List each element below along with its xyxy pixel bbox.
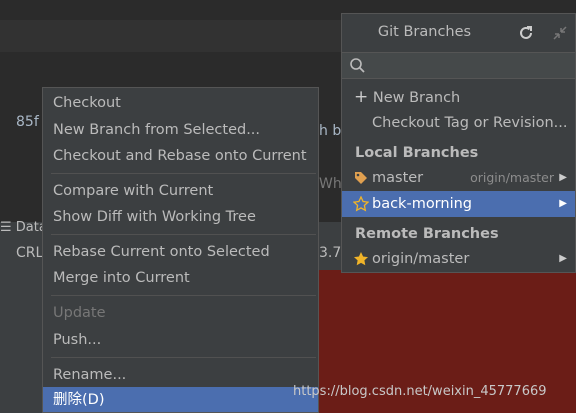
branch-search-field[interactable] [342,52,575,79]
new-branch-label: New Branch [372,90,461,106]
branch-name: master [372,170,424,186]
line-separator-status[interactable]: CRL [16,245,43,261]
menu-item-checkout[interactable]: Checkout [43,90,318,116]
menu-item-update: Update [53,305,106,321]
menu-separator [51,357,316,358]
popup-title: Git Branches [377,24,472,40]
database-tab[interactable]: ☰ Data [0,220,47,238]
chevron-right-icon: ▶ [559,172,567,183]
menu-separator [51,295,316,296]
menu-item-rename[interactable]: Rename... [43,362,318,388]
status-number: 3.7 [319,245,342,261]
star-filled-icon [354,252,368,266]
watermark-text: https://blog.csdn.net/weixin_45777669 [293,384,547,399]
details-fragment: Wh [319,176,342,192]
menu-separator [51,173,316,174]
popup-title-bar: Git Branches [342,14,575,51]
refresh-icon[interactable] [517,24,535,42]
commit-message-fragment: h b [319,123,342,139]
chevron-right-icon: ▶ [559,253,567,264]
search-icon [350,58,365,73]
branch-name: back-morning [372,196,473,212]
branch-item-master[interactable]: master origin/master ▶ [342,165,575,191]
branch-item-origin-master[interactable]: origin/master ▶ [342,246,575,272]
menu-item-new-branch-from-selected[interactable]: New Branch from Selected... [43,117,318,143]
branch-item-back-morning[interactable]: back-morning ▶ [342,191,575,217]
menu-item-delete[interactable]: 删除(D) [43,387,318,412]
menu-separator [51,234,316,235]
checkout-tag-item[interactable]: Checkout Tag or Revision... [342,110,575,136]
star-outline-icon [353,196,369,212]
branch-context-menu: Checkout New Branch from Selected... Che… [42,87,319,413]
checkout-tag-label: Checkout Tag or Revision... [372,115,568,131]
menu-item-merge-into-current[interactable]: Merge into Current [43,265,318,291]
menu-item-rebase-current[interactable]: Rebase Current onto Selected [43,239,318,265]
menu-item-push[interactable]: Push... [43,327,318,353]
tracking-branch: origin/master [470,170,554,185]
tag-icon [355,172,367,184]
chevron-right-icon: ▶ [559,198,567,209]
menu-item-compare-with-current[interactable]: Compare with Current [43,178,318,204]
new-branch-item[interactable]: + New Branch [342,84,575,110]
menu-item-show-diff[interactable]: Show Diff with Working Tree [43,204,318,230]
menu-item-checkout-and-rebase[interactable]: Checkout and Rebase onto Current [43,143,318,169]
commit-hash: 85f [16,114,39,130]
branch-name: origin/master [372,251,470,267]
database-icon: ☰ [0,220,12,235]
git-branches-popup: Git Branches + New Branch Checkout Tag o… [341,13,576,273]
editor-toolbar [0,20,345,53]
collapse-icon[interactable] [552,25,568,41]
local-branches-header: Local Branches [355,145,479,161]
plus-icon: + [354,87,369,107]
remote-branches-header: Remote Branches [355,226,499,242]
